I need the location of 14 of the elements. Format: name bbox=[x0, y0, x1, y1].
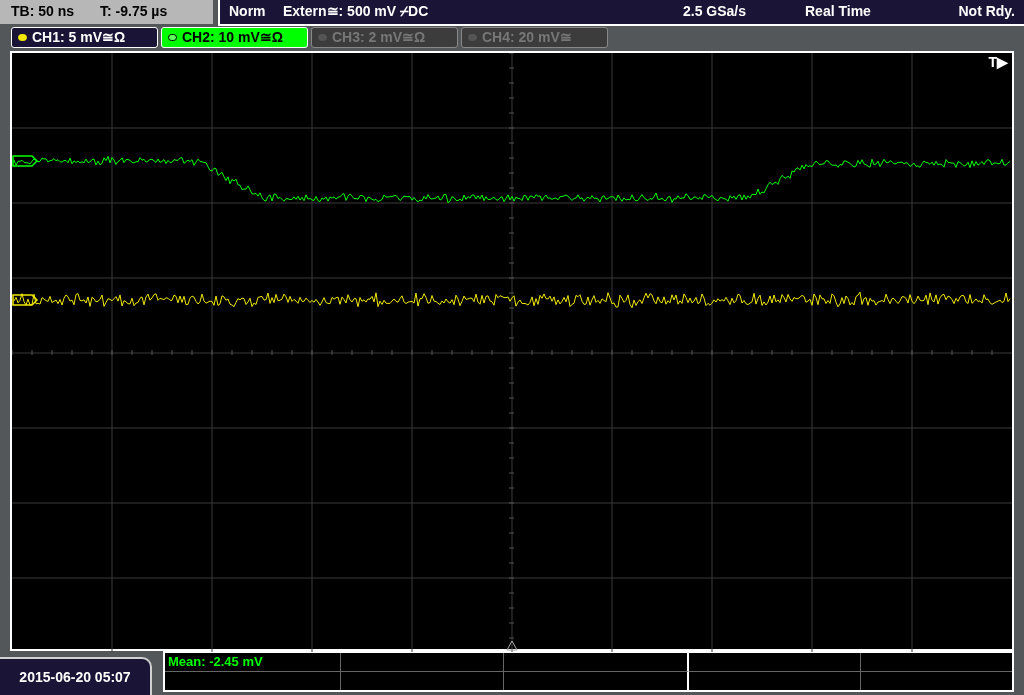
trigger-mode-label: Norm bbox=[229, 2, 267, 22]
trigger-level-marker[interactable]: T▶ bbox=[988, 54, 1008, 69]
channel-marker-icon[interactable] bbox=[12, 155, 39, 167]
sample-rate-label: 2.5 GSa/s bbox=[683, 2, 748, 22]
channel-tab[interactable]: CH1: 5 mV≅Ω bbox=[11, 27, 158, 49]
trigger-source-label: Extern≅: 500 mV ⌿DC bbox=[283, 2, 430, 22]
acquisition-state-label: Not Rdy. bbox=[958, 2, 1016, 22]
timebase-label: TB: 50 ns bbox=[11, 2, 74, 22]
trigger-time-label: T: -9.75 µs bbox=[100, 2, 168, 22]
channel-tab[interactable]: CH2: 10 mV≅Ω bbox=[161, 27, 308, 49]
measurement-value: Mean: -2.45 mV bbox=[168, 654, 263, 669]
acquisition-mode-label: Real Time bbox=[805, 2, 872, 22]
trigger-position-icon bbox=[506, 640, 518, 651]
channel-marker-icon[interactable] bbox=[12, 294, 39, 306]
